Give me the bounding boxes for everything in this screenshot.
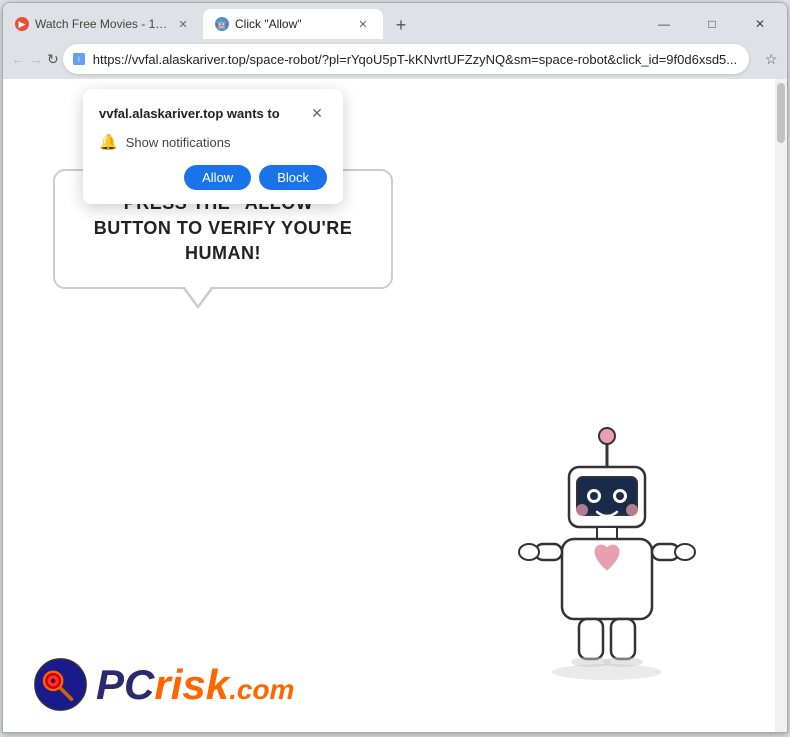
tab1-favicon: ▶ (15, 17, 29, 31)
popup-notification-text: Show notifications (126, 135, 231, 150)
title-bar: ▶ Watch Free Movies - 123movie... ✕ 🤖 Cl… (3, 3, 787, 79)
window-controls: — □ ✕ (641, 9, 787, 39)
close-button[interactable]: ✕ (737, 9, 783, 39)
back-button[interactable]: ← (11, 45, 25, 73)
robot-svg (507, 422, 707, 682)
forward-button[interactable]: → (29, 45, 43, 73)
page-content: vvfal.alaskariver.top wants to ✕ 🔔 Show … (3, 79, 787, 732)
popup-close-button[interactable]: ✕ (307, 103, 327, 123)
robot-illustration (507, 422, 707, 672)
tab2-title: Click "Allow" (235, 17, 349, 31)
popup-site-text: vvfal.alaskariver.top wants to (99, 106, 280, 121)
tab2-favicon: 🤖 (215, 17, 229, 31)
allow-button[interactable]: Allow (184, 165, 251, 190)
notification-popup: vvfal.alaskariver.top wants to ✕ 🔔 Show … (83, 89, 343, 204)
pcrisk-text-group: PCrisk.com (96, 661, 294, 709)
minimize-button[interactable]: — (641, 9, 687, 39)
address-field[interactable]: i https://vvfal.alaskariver.top/space-ro… (63, 44, 749, 74)
tab-2[interactable]: 🤖 Click "Allow" ✕ (203, 9, 383, 39)
maximize-button[interactable]: □ (689, 9, 735, 39)
tab1-title: Watch Free Movies - 123movie... (35, 17, 169, 31)
tab-1[interactable]: ▶ Watch Free Movies - 123movie... ✕ (3, 9, 203, 39)
pcrisk-pc-text: PCrisk.com (96, 661, 294, 708)
block-button[interactable]: Block (259, 165, 327, 190)
refresh-button[interactable]: ↻ (47, 45, 59, 73)
pcrisk-icon (33, 657, 88, 712)
tab2-close[interactable]: ✕ (355, 16, 371, 32)
address-bar-row: ← → ↻ i https://vvfal.alaskariver.top/sp… (3, 39, 787, 79)
address-actions: ☆ 👤 ⋮ (757, 45, 790, 73)
pcrisk-logo: PCrisk.com (33, 657, 294, 712)
popup-header: vvfal.alaskariver.top wants to ✕ (99, 103, 327, 123)
bell-icon: 🔔 (99, 133, 118, 151)
url-text: https://vvfal.alaskariver.top/space-robo… (93, 52, 737, 67)
popup-notification-row: 🔔 Show notifications (99, 133, 327, 151)
scrollbar-thumb[interactable] (777, 83, 785, 143)
new-tab-button[interactable]: + (387, 11, 415, 39)
scrollbar[interactable] (775, 79, 787, 732)
bookmark-button[interactable]: ☆ (757, 45, 785, 73)
tabs-row: ▶ Watch Free Movies - 123movie... ✕ 🤖 Cl… (3, 3, 787, 39)
browser-window: ▶ Watch Free Movies - 123movie... ✕ 🤖 Cl… (2, 2, 788, 733)
security-icon: i (71, 51, 87, 67)
tab1-close[interactable]: ✕ (175, 16, 191, 32)
popup-buttons: Allow Block (99, 165, 327, 190)
